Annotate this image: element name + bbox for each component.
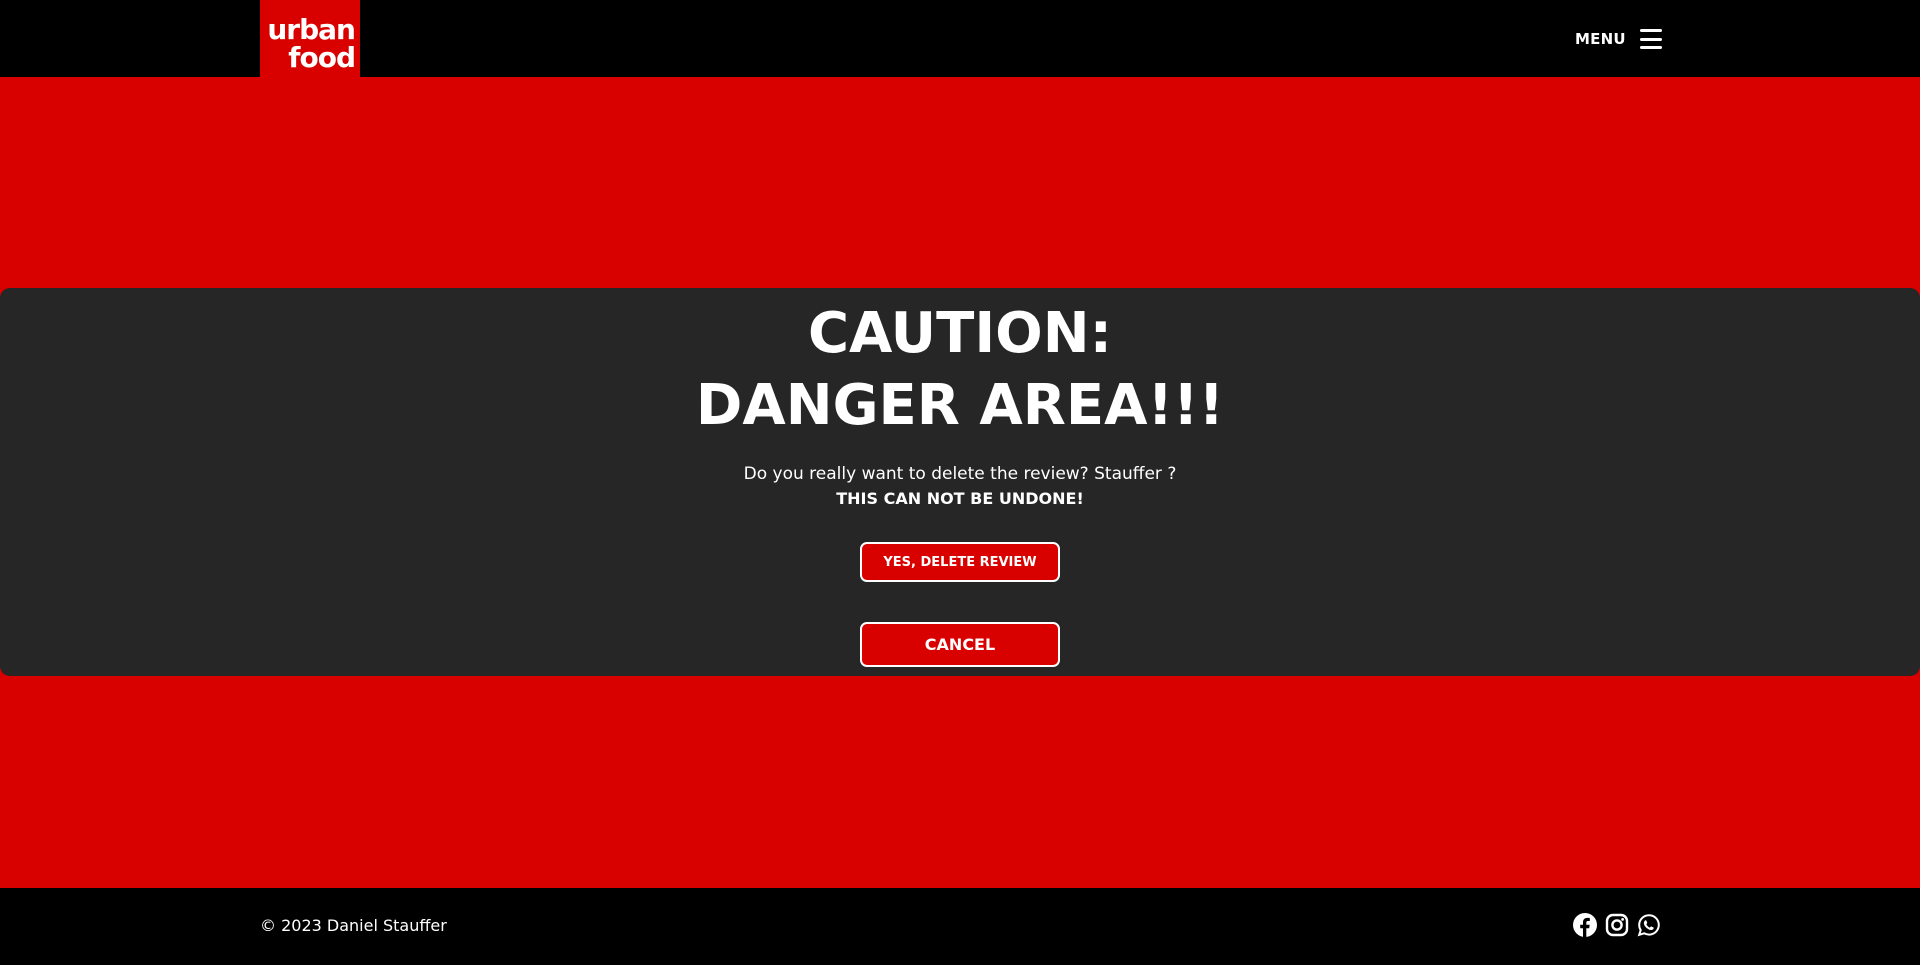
delete-review-button[interactable]: YES, DELETE REVIEW [860, 542, 1060, 582]
facebook-icon[interactable] [1573, 913, 1597, 937]
delete-question: Do you really want to delete the review?… [743, 464, 1177, 484]
danger-title: CAUTION: DANGER AREA!!! [0, 298, 1920, 442]
top-navbar: urban food MENU [0, 0, 1920, 77]
urban-food-logo[interactable]: urban food [260, 0, 360, 77]
social-links [1573, 913, 1661, 937]
danger-title-line1: CAUTION: [807, 301, 1113, 366]
hamburger-icon[interactable] [1639, 29, 1662, 49]
copyright-text: © 2023 Daniel Stauffer [260, 916, 447, 935]
cancel-button[interactable]: CANCEL [860, 622, 1060, 667]
danger-title-line2: DANGER AREA!!! [695, 373, 1225, 438]
footer: © 2023 Daniel Stauffer [0, 888, 1920, 965]
whatsapp-icon[interactable] [1637, 913, 1661, 937]
menu-label: MENU [1575, 30, 1626, 48]
delete-confirmation-panel: CAUTION: DANGER AREA!!! Do you really wa… [0, 288, 1920, 676]
instagram-icon[interactable] [1605, 913, 1629, 937]
logo-text-food: food [288, 41, 356, 74]
undo-warning: THIS CAN NOT BE UNDONE! [836, 489, 1084, 508]
menu-button[interactable]: MENU [1575, 24, 1662, 54]
page: urban food MENU CAUTION: DANGER AREA!!! … [0, 0, 1920, 965]
logo-text-urban: urban [267, 13, 356, 46]
